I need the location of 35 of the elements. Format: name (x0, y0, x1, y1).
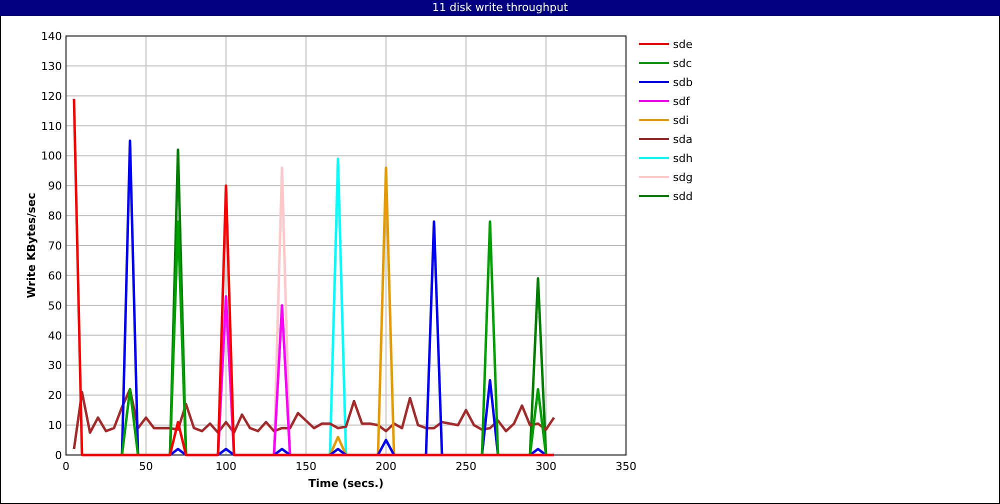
tick-label: 30 (48, 359, 62, 372)
legend-label: sdd (673, 190, 693, 203)
tick-label: 200 (376, 460, 396, 473)
tick-label: 40 (48, 329, 62, 342)
tick-label: 80 (48, 210, 62, 223)
legend-label: sdi (673, 114, 689, 127)
tick-label: 120 (41, 90, 62, 103)
tick-label: 300 (536, 460, 556, 473)
tick-label: 10 (48, 419, 62, 432)
legend-label: sde (673, 38, 692, 51)
tick-label: 0 (55, 449, 62, 462)
tick-label: 100 (41, 150, 62, 163)
tick-label: 70 (48, 240, 62, 252)
tick-label: 100 (216, 460, 236, 473)
tick-label: 140 (41, 30, 62, 43)
tick-label: 20 (48, 389, 62, 402)
tick-label: 50 (139, 460, 153, 473)
tick-label: 350 (616, 460, 636, 473)
tick-label: 150 (296, 460, 316, 473)
legend-label: sdf (673, 95, 690, 108)
tick-label: 130 (41, 60, 62, 73)
legend-label: sdb (673, 76, 693, 89)
axis-title: Write KBytes/sec (25, 192, 38, 298)
legend-label: sdh (673, 152, 693, 165)
axis-title: Time (secs.) (308, 477, 384, 490)
tick-label: 60 (48, 269, 62, 282)
tick-label: 0 (62, 460, 70, 473)
tick-label: 50 (48, 299, 62, 312)
legend-label: sda (673, 133, 692, 146)
tick-label: 90 (48, 180, 62, 193)
chart-title: 11 disk write throughput (432, 0, 568, 16)
tick-label: 110 (41, 120, 62, 133)
tick-label: 250 (456, 460, 476, 473)
legend-label: sdc (673, 57, 692, 70)
legend-label: sdg (673, 171, 693, 184)
